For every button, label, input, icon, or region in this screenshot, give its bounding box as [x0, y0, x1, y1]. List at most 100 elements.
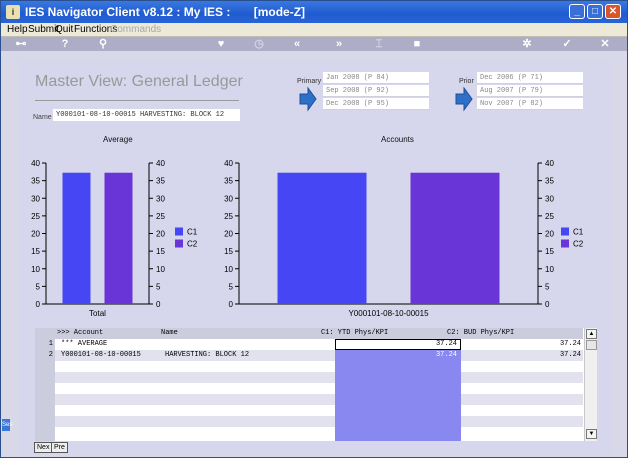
- cell-c1: 37.24: [435, 340, 457, 348]
- y-tick-label-left: 5: [229, 282, 234, 291]
- average-chart-title: Average: [103, 135, 133, 144]
- header-name[interactable]: Name: [161, 328, 178, 339]
- y-tick-label-left: 0: [36, 300, 41, 309]
- y-tick-label-left: 10: [31, 265, 40, 274]
- title-bar: i IES Navigator Client v8.12 : My IES : …: [1, 1, 627, 23]
- rewind-icon[interactable]: «: [289, 37, 305, 51]
- name-field[interactable]: Y000101-08-10-00015 HARVESTING: BLOCK 12: [53, 109, 240, 121]
- y-tick-label-left: 20: [31, 230, 40, 239]
- y-tick-label-left: 30: [31, 194, 40, 203]
- close-button[interactable]: ✕: [605, 4, 621, 19]
- row-gutter: [35, 361, 55, 441]
- gear-icon[interactable]: ✲: [519, 37, 535, 51]
- y-tick-label-right: 0: [545, 300, 550, 309]
- scroll-up-icon[interactable]: ▲: [586, 329, 597, 339]
- stop-icon[interactable]: ■: [409, 37, 425, 51]
- legend-swatch-c2: [175, 239, 183, 248]
- menu-quit[interactable]: Quit: [55, 23, 73, 37]
- bracket-icon[interactable]: ⌶: [371, 37, 387, 51]
- cell-c2: 37.24: [559, 351, 581, 359]
- check-icon[interactable]: ✓: [559, 37, 575, 51]
- maximize-button[interactable]: □: [587, 4, 603, 19]
- row-stripe: [55, 394, 335, 405]
- scroll-down-icon[interactable]: ▼: [586, 429, 597, 439]
- prior-label: Prior: [459, 78, 474, 85]
- row-stripe: [461, 394, 583, 405]
- primary-period-2[interactable]: Sep 2008 (P 92): [323, 85, 429, 97]
- primary-arrow-icon[interactable]: [299, 86, 317, 112]
- header-account[interactable]: >>> Account: [57, 328, 103, 339]
- legend-label-c1: C1: [573, 228, 584, 237]
- prior-period-1[interactable]: Dec 2006 (P 71): [477, 72, 583, 84]
- y-tick-label-left: 20: [224, 230, 233, 239]
- row-stripe: [55, 416, 335, 427]
- minimize-button[interactable]: _: [569, 4, 585, 19]
- key-icon[interactable]: ⊷: [9, 37, 33, 51]
- y-tick-label-right: 0: [156, 300, 161, 309]
- fast-forward-icon[interactable]: »: [331, 37, 347, 51]
- bar-c1: [277, 172, 367, 304]
- y-tick-label-right: 40: [156, 159, 165, 168]
- search-icon[interactable]: ⚲: [95, 37, 111, 51]
- legend-swatch-c1: [561, 227, 569, 236]
- y-tick-label-right: 20: [156, 230, 165, 239]
- heart-icon[interactable]: ♥: [213, 37, 229, 51]
- y-tick-label-right: 20: [545, 230, 554, 239]
- row-stripe: [461, 416, 583, 427]
- accounts-chart: 0 0 5 5 10 10 15 15 20 20 25 25 30 30 35 35 40 40 Y000101-…: [224, 159, 584, 318]
- table-row[interactable]: 1 *** AVERAGE 37.24 37.24: [35, 339, 583, 350]
- previous-tab[interactable]: Pre: [51, 442, 68, 453]
- y-tick-label-left: 35: [31, 177, 40, 186]
- header-c1[interactable]: C1: YTD Phys/KPI: [321, 328, 388, 339]
- close-icon[interactable]: ✕: [597, 37, 613, 51]
- y-tick-label-left: 25: [224, 212, 233, 221]
- y-tick-label-right: 35: [545, 177, 554, 186]
- y-tick-label-right: 35: [156, 177, 165, 186]
- menu-bar: Help Submit Quit Functions Commands: [1, 23, 627, 37]
- row-stripe: [55, 372, 335, 383]
- legend-swatch-c1: [175, 227, 183, 236]
- legend-label-c2: C2: [573, 240, 584, 249]
- primary-period-3[interactable]: Dec 2008 (P 95): [323, 98, 429, 110]
- selected-column-highlight: [335, 350, 461, 441]
- primary-period-1[interactable]: Jan 2008 (P 84): [323, 72, 429, 84]
- menu-help[interactable]: Help: [7, 23, 28, 37]
- results-grid: >>> Account Name C1: YTD Phys/KPI C2: BU…: [35, 328, 597, 441]
- grid-header: >>> Account Name C1: YTD Phys/KPI C2: BU…: [35, 328, 583, 339]
- row-number: 2: [35, 350, 55, 361]
- y-tick-label-left: 15: [224, 247, 233, 256]
- y-tick-label-left: 5: [36, 282, 41, 291]
- bar-c1: [62, 172, 91, 304]
- y-tick-label-right: 5: [156, 282, 161, 291]
- y-tick-label-left: 0: [229, 300, 234, 309]
- prior-period-2[interactable]: Aug 2007 (P 79): [477, 85, 583, 97]
- accounts-chart-title: Accounts: [381, 135, 414, 144]
- cell-account: *** AVERAGE: [61, 340, 108, 348]
- master-view-panel: Master View: General Ledger Name Y000101…: [19, 60, 611, 455]
- y-tick-label-left: 35: [224, 177, 233, 186]
- session-tab[interactable]: Ses: [2, 419, 12, 431]
- cell-account: Y000101-08-10-00015: [61, 351, 141, 359]
- grid-scrollbar[interactable]: ▲ ▼: [584, 328, 597, 441]
- next-tab[interactable]: Nex: [34, 442, 53, 453]
- y-tick-label-right: 25: [545, 212, 554, 221]
- y-tick-label-right: 40: [545, 159, 554, 168]
- x-tick-label: Total: [89, 309, 106, 318]
- cell-c2: 37.24: [559, 340, 581, 348]
- legend-swatch-c2: [561, 239, 569, 248]
- prior-period-3[interactable]: Nov 2007 (P 82): [477, 98, 583, 110]
- clock-icon[interactable]: ◷: [251, 37, 267, 51]
- cell-c1: 37.24: [435, 351, 457, 359]
- menu-commands: Commands: [110, 24, 162, 35]
- header-c2[interactable]: C2: BUD Phys/KPI: [447, 328, 514, 339]
- scroll-thumb[interactable]: [586, 340, 597, 350]
- table-row[interactable]: 2 Y000101-08-10-00015 HARVESTING: BLOCK …: [35, 350, 583, 361]
- help-icon[interactable]: ?: [57, 37, 73, 51]
- y-tick-label-left: 25: [31, 212, 40, 221]
- y-tick-label-right: 30: [545, 194, 554, 203]
- page-title: Master View: General Ledger: [35, 73, 243, 90]
- x-tick-label: Y000101-08-10-00015: [348, 309, 429, 318]
- prior-arrow-icon[interactable]: [455, 86, 473, 112]
- y-tick-label-right: 15: [156, 247, 165, 256]
- toolbar: ⊷ ? ⚲ ♥ ◷ « » ⌶ ■ ✲ ✓ ✕: [1, 37, 627, 51]
